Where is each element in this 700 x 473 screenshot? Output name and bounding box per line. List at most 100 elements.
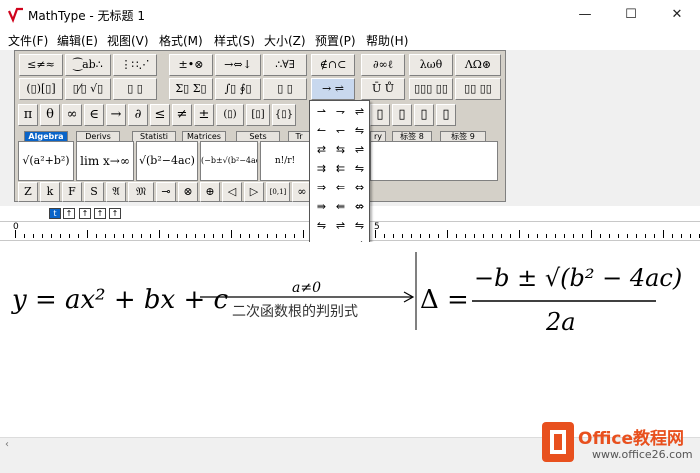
small-button-multimap[interactable]: ⊸ — [156, 182, 176, 202]
braces-template-button[interactable]: {▯} — [272, 104, 296, 126]
template-hypotenuse[interactable]: √(a²+b²) — [18, 141, 74, 181]
template-discriminant[interactable]: √(b²−4ac) — [136, 141, 198, 181]
arrow-symbol-button[interactable]: → — [106, 104, 126, 126]
small-button-k[interactable]: k — [40, 182, 60, 202]
labeled-arrow-palette-button[interactable]: → ⇌ — [311, 78, 355, 100]
ruler-tick — [591, 230, 592, 238]
arrow-template-icon[interactable]: ⇎ — [350, 198, 369, 215]
arrow-template-icon[interactable]: ⇄ — [312, 141, 331, 158]
small-button-otimes[interactable]: ⊗ — [178, 182, 198, 202]
arrow-template-icon[interactable]: ⇌ — [331, 217, 350, 234]
element-of-symbol-button[interactable]: ∈ — [84, 104, 104, 126]
leq-symbol-button[interactable]: ≤ — [150, 104, 170, 126]
menu-view[interactable]: 视图(V) — [107, 32, 149, 49]
template-combination[interactable]: n!/r!(n−r)! — [260, 141, 310, 181]
ruler-tick — [240, 234, 241, 238]
ruler-tick — [177, 234, 178, 238]
arrow-template-icon[interactable]: ↼ — [312, 122, 331, 139]
template-limit[interactable]: lim x→∞ — [76, 141, 134, 181]
arrow-template-icon[interactable]: ⇁ — [331, 103, 350, 120]
arrow-template-icon[interactable]: ⇆ — [331, 141, 350, 158]
minimize-button[interactable]: — — [562, 0, 608, 30]
menu-file[interactable]: 文件(F) — [8, 32, 48, 49]
arrow-template-icon[interactable]: ⇚ — [331, 198, 350, 215]
box-template-button[interactable]: ▯ — [436, 104, 456, 126]
style-up-button-3[interactable]: ↑ — [94, 208, 106, 219]
arrow-template-icon[interactable]: ⇛ — [312, 198, 331, 215]
spaces-ellipses-palette-button[interactable]: ⁐ab∴ — [65, 54, 111, 76]
arrow-template-icon[interactable]: ⇒ — [312, 179, 331, 196]
ruler-tick — [510, 234, 511, 238]
menu-size[interactable]: 大小(Z) — [264, 32, 306, 49]
embellishments-palette-button[interactable]: ⋮∷⋰ — [113, 54, 157, 76]
overbar-template-button[interactable]: ▯ — [370, 104, 390, 126]
ruler-tick — [501, 234, 502, 238]
style-up-button-4[interactable]: ↑ — [109, 208, 121, 219]
small-button-triangle-left[interactable]: ◁ — [222, 182, 242, 202]
arrow-palette-button[interactable]: →⇔↓ — [215, 54, 261, 76]
arrow-template-icon[interactable]: ⇌ — [350, 103, 369, 120]
menu-help[interactable]: 帮助(H) — [366, 32, 408, 49]
matrix-palette-button[interactable]: ▯▯▯ ▯▯ — [409, 78, 453, 100]
plusminus-symbol-button[interactable]: ± — [194, 104, 214, 126]
style-up-button-2[interactable]: ↑ — [79, 208, 91, 219]
arrow-template-icon[interactable]: ⇋ — [350, 122, 369, 139]
small-button-z[interactable]: Z — [18, 182, 38, 202]
matrix-template-button[interactable]: ▯ — [414, 104, 434, 126]
subscript-palette-button[interactable]: ▯ ▯ — [113, 78, 157, 100]
arrow-template-icon[interactable]: ⇋ — [350, 160, 369, 177]
fence-palette-button[interactable]: (▯)[▯] — [19, 78, 63, 100]
arrow-template-icon[interactable]: ↽ — [331, 122, 350, 139]
arrow-template-icon[interactable]: ⇀ — [312, 103, 331, 120]
subscript-template-button[interactable]: ▯ — [392, 104, 412, 126]
style-up-button-1[interactable]: ↑ — [63, 208, 75, 219]
partial-symbol-button[interactable]: ∂ — [128, 104, 148, 126]
small-button-fraktur-a[interactable]: 𝔄 — [106, 182, 126, 202]
greek-upper-palette-button[interactable]: ΛΩ⊛ — [455, 54, 501, 76]
underbar-palette-button[interactable]: ▯ ▯ — [263, 78, 307, 100]
misc-symbols-palette-button[interactable]: ∂∞ℓ — [361, 54, 405, 76]
equation-editor[interactable]: y = ax² + bx + c a≠0 二次函数根的判别式 Δ = −b ± … — [0, 242, 700, 437]
arrow-template-icon[interactable]: ⇔ — [350, 179, 369, 196]
menu-style[interactable]: 样式(S) — [214, 32, 255, 49]
box-palette-button[interactable]: ▯▯ ▯▯ — [455, 78, 501, 100]
neq-symbol-button[interactable]: ≠ — [172, 104, 192, 126]
small-button-triangle-right[interactable]: ▷ — [244, 182, 264, 202]
ruler-tick — [159, 230, 160, 238]
ruler-tick — [105, 234, 106, 238]
arrow-template-icon[interactable]: ⇉ — [312, 160, 331, 177]
scroll-left-arrow-icon[interactable]: ‹ — [5, 439, 9, 450]
operator-palette-button[interactable]: ±•⊗ — [169, 54, 213, 76]
maximize-button[interactable]: ☐ — [608, 0, 654, 30]
arrow-template-icon[interactable]: ⇐ — [331, 179, 350, 196]
small-button-f[interactable]: F — [62, 182, 82, 202]
arrow-template-icon[interactable]: ⇌ — [350, 141, 369, 158]
theta-symbol-button[interactable]: θ — [40, 104, 60, 126]
infinity-symbol-button[interactable]: ∞ — [62, 104, 82, 126]
products-palette-button[interactable]: Ū Ů — [361, 78, 405, 100]
arrow-template-icon[interactable]: ⇋ — [350, 217, 369, 234]
summation-palette-button[interactable]: Σ▯ Σ▯ — [169, 78, 213, 100]
close-button[interactable]: ✕ — [654, 0, 700, 30]
brackets-template-button[interactable]: [▯] — [246, 104, 270, 126]
logical-palette-button[interactable]: ∴∀∃ — [263, 54, 307, 76]
set-theory-palette-button[interactable]: ∉∩⊂ — [311, 54, 355, 76]
arrow-template-icon[interactable]: ⇇ — [331, 160, 350, 177]
small-button-interval[interactable]: [0,1] — [266, 182, 290, 202]
relational-palette-button[interactable]: ≤≠≈ — [19, 54, 63, 76]
integral-palette-button[interactable]: ∫▯ ∮▯ — [215, 78, 261, 100]
menu-edit[interactable]: 编辑(E) — [57, 32, 98, 49]
greek-lower-palette-button[interactable]: λωθ — [409, 54, 453, 76]
arrow-template-icon[interactable]: ⇋ — [312, 217, 331, 234]
ruler-tick — [474, 234, 475, 238]
menu-format[interactable]: 格式(M) — [159, 32, 203, 49]
small-button-fraktur-m[interactable]: 𝔐 — [128, 182, 154, 202]
parens-template-button[interactable]: (▯) — [216, 104, 244, 126]
small-button-s[interactable]: S — [84, 182, 104, 202]
style-text-button[interactable]: t — [49, 208, 61, 219]
small-button-oplus[interactable]: ⊕ — [200, 182, 220, 202]
template-quadratic-formula[interactable]: (−b±√(b²−4ac))/2a — [200, 141, 258, 181]
menu-preferences[interactable]: 预置(P) — [315, 32, 356, 49]
pi-symbol-button[interactable]: π — [18, 104, 38, 126]
fraction-radical-palette-button[interactable]: ▯⁄▯ √▯ — [65, 78, 111, 100]
